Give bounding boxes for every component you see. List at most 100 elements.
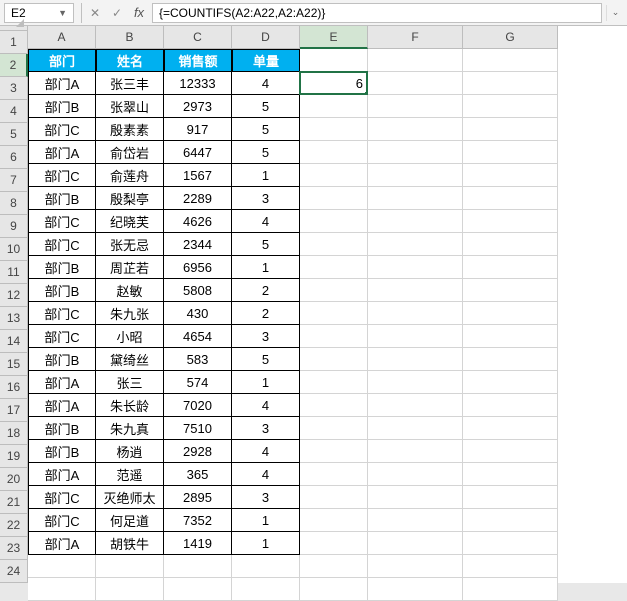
row-header-16[interactable]: 16 [0, 376, 28, 399]
cell-F16[interactable] [368, 394, 463, 417]
cell-C4[interactable]: 917 [164, 118, 232, 141]
cell-G15[interactable] [463, 371, 558, 394]
cell-G20[interactable] [463, 486, 558, 509]
cell-G12[interactable] [463, 302, 558, 325]
cell-G5[interactable] [463, 141, 558, 164]
cell-E2[interactable]: 6 [300, 72, 368, 95]
cell-A12[interactable]: 部门C [28, 302, 96, 325]
row-header-13[interactable]: 13 [0, 307, 28, 330]
column-header-D[interactable]: D [232, 26, 300, 49]
cell-D2[interactable]: 4 [232, 72, 300, 95]
cell-A1[interactable]: 部门 [28, 49, 96, 72]
column-header-G[interactable]: G [463, 26, 558, 49]
cell-D4[interactable]: 5 [232, 118, 300, 141]
row-header-12[interactable]: 12 [0, 284, 28, 307]
column-header-A[interactable]: A [28, 26, 96, 49]
row-header-14[interactable]: 14 [0, 330, 28, 353]
cell-D20[interactable]: 3 [232, 486, 300, 509]
cell-A18[interactable]: 部门B [28, 440, 96, 463]
cell-G13[interactable] [463, 325, 558, 348]
row-header-20[interactable]: 20 [0, 468, 28, 491]
select-all-corner[interactable] [0, 26, 28, 31]
cell-A2[interactable]: 部门A [28, 72, 96, 95]
cell-G8[interactable] [463, 210, 558, 233]
cell-D11[interactable]: 2 [232, 279, 300, 302]
cell-C20[interactable]: 2895 [164, 486, 232, 509]
cell-A11[interactable]: 部门B [28, 279, 96, 302]
cell-E20[interactable] [300, 486, 368, 509]
cell-F4[interactable] [368, 118, 463, 141]
cell-D16[interactable]: 4 [232, 394, 300, 417]
cell-C8[interactable]: 4626 [164, 210, 232, 233]
cell-C5[interactable]: 6447 [164, 141, 232, 164]
cell-B23[interactable] [96, 555, 164, 578]
cell-A21[interactable]: 部门C [28, 509, 96, 532]
cell-C16[interactable]: 7020 [164, 394, 232, 417]
cell-C22[interactable]: 1419 [164, 532, 232, 555]
cell-F1[interactable] [368, 49, 463, 72]
cell-B5[interactable]: 俞岱岩 [96, 141, 164, 164]
cell-B2[interactable]: 张三丰 [96, 72, 164, 95]
cell-G6[interactable] [463, 164, 558, 187]
cell-F13[interactable] [368, 325, 463, 348]
row-header-7[interactable]: 7 [0, 169, 28, 192]
cell-E6[interactable] [300, 164, 368, 187]
cell-B22[interactable]: 胡铁牛 [96, 532, 164, 555]
cell-B4[interactable]: 殷素素 [96, 118, 164, 141]
cell-F18[interactable] [368, 440, 463, 463]
row-header-3[interactable]: 3 [0, 77, 28, 100]
cell-F19[interactable] [368, 463, 463, 486]
row-header-11[interactable]: 11 [0, 261, 28, 284]
cell-D12[interactable]: 2 [232, 302, 300, 325]
cell-C6[interactable]: 1567 [164, 164, 232, 187]
cell-A6[interactable]: 部门C [28, 164, 96, 187]
cell-F11[interactable] [368, 279, 463, 302]
cell-F23[interactable] [368, 555, 463, 578]
cell-G16[interactable] [463, 394, 558, 417]
cell-F14[interactable] [368, 348, 463, 371]
row-header-9[interactable]: 9 [0, 215, 28, 238]
cell-E4[interactable] [300, 118, 368, 141]
cell-F7[interactable] [368, 187, 463, 210]
cell-D9[interactable]: 5 [232, 233, 300, 256]
cell-G19[interactable] [463, 463, 558, 486]
cell-B17[interactable]: 朱九真 [96, 417, 164, 440]
cell-F2[interactable] [368, 72, 463, 95]
cell-E13[interactable] [300, 325, 368, 348]
cell-D21[interactable]: 1 [232, 509, 300, 532]
cell-G17[interactable] [463, 417, 558, 440]
name-box[interactable]: E2 ▼ [4, 3, 74, 23]
row-header-18[interactable]: 18 [0, 422, 28, 445]
cell-D18[interactable]: 4 [232, 440, 300, 463]
cell-D19[interactable]: 4 [232, 463, 300, 486]
cell-A15[interactable]: 部门A [28, 371, 96, 394]
cell-C15[interactable]: 574 [164, 371, 232, 394]
cell-E12[interactable] [300, 302, 368, 325]
cell-E5[interactable] [300, 141, 368, 164]
cell-F6[interactable] [368, 164, 463, 187]
formula-input[interactable]: {=COUNTIFS(A2:A22,A2:A22)} [152, 3, 602, 23]
cell-B19[interactable]: 范遥 [96, 463, 164, 486]
cell-A7[interactable]: 部门B [28, 187, 96, 210]
cell-C23[interactable] [164, 555, 232, 578]
cell-B16[interactable]: 朱长龄 [96, 394, 164, 417]
cell-E23[interactable] [300, 555, 368, 578]
cell-E7[interactable] [300, 187, 368, 210]
cell-D22[interactable]: 1 [232, 532, 300, 555]
cell-G3[interactable] [463, 95, 558, 118]
cell-A9[interactable]: 部门C [28, 233, 96, 256]
row-header-10[interactable]: 10 [0, 238, 28, 261]
expand-formula-bar-button[interactable]: ⌄ [606, 5, 624, 21]
cell-D7[interactable]: 3 [232, 187, 300, 210]
cell-B21[interactable]: 何足道 [96, 509, 164, 532]
row-header-2[interactable]: 2 [0, 54, 28, 77]
cell-F12[interactable] [368, 302, 463, 325]
cell-E15[interactable] [300, 371, 368, 394]
cell-D14[interactable]: 5 [232, 348, 300, 371]
cell-C9[interactable]: 2344 [164, 233, 232, 256]
cell-D24[interactable] [232, 578, 300, 601]
cell-F15[interactable] [368, 371, 463, 394]
cell-C17[interactable]: 7510 [164, 417, 232, 440]
cell-A4[interactable]: 部门C [28, 118, 96, 141]
cell-A13[interactable]: 部门C [28, 325, 96, 348]
